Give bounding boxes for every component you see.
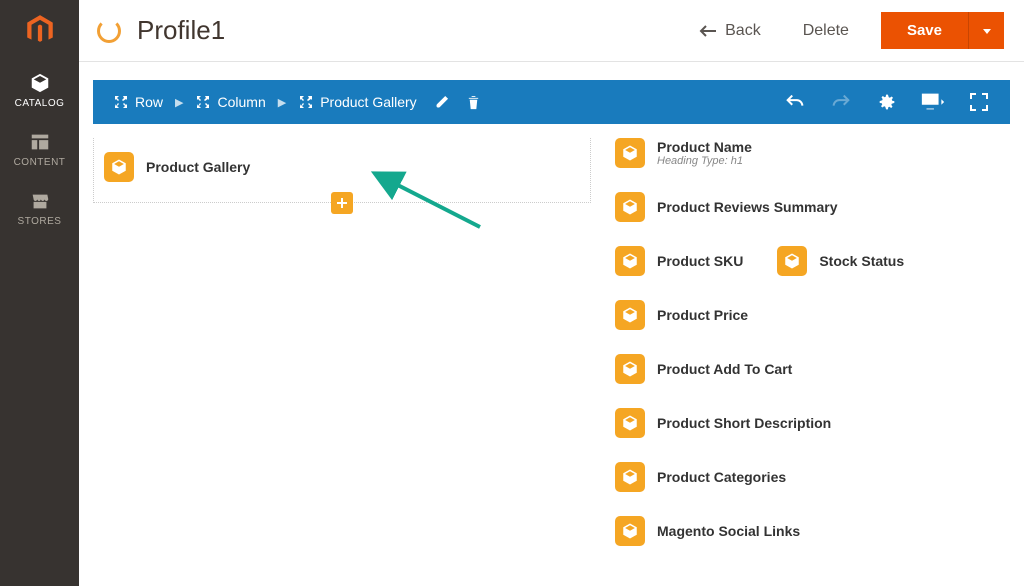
magento-logo-icon [23, 13, 57, 47]
redo-icon [830, 91, 852, 113]
settings-button[interactable] [868, 83, 906, 121]
layout-icon [29, 131, 51, 153]
sidebar-item-stores[interactable]: STORES [0, 178, 79, 237]
toolbar-actions [776, 83, 1010, 121]
undo-button[interactable] [776, 83, 814, 121]
admin-sidebar: CATALOG CONTENT STORES [0, 0, 79, 586]
widget-product-gallery[interactable]: Product Gallery [104, 148, 580, 186]
spinner-icon [97, 19, 121, 43]
package-icon [615, 516, 645, 546]
widget-item[interactable]: Product Categories [615, 462, 786, 492]
widget-row: Magento Social Links [615, 516, 1000, 546]
widget-item[interactable]: Product Price [615, 300, 748, 330]
widget-label: Product Short Description [657, 415, 831, 431]
save-button[interactable]: Save [881, 12, 968, 49]
package-icon [615, 462, 645, 492]
chevron-right-icon: ▶ [278, 96, 286, 109]
store-icon [29, 190, 51, 212]
back-button[interactable]: Back [689, 16, 771, 46]
widget-row: Product Reviews Summary [615, 192, 1000, 222]
breadcrumb-gallery[interactable]: Product Gallery [292, 90, 422, 114]
widget-label: Product Reviews Summary [657, 199, 838, 215]
widget-label: Product Add To Cart [657, 361, 792, 377]
trash-button[interactable] [461, 89, 487, 115]
package-icon [615, 138, 645, 168]
sidebar-item-content[interactable]: CONTENT [0, 119, 79, 178]
nav-label: CATALOG [15, 98, 65, 109]
save-button-group: Save [881, 12, 1004, 49]
expand-icon [195, 94, 211, 110]
widget-label: Product Categories [657, 469, 786, 485]
desktop-icon [920, 91, 946, 113]
widget-label: Product SKU [657, 253, 743, 269]
pencil-icon [434, 95, 449, 110]
caret-down-icon [982, 26, 992, 36]
widget-item[interactable]: Product Short Description [615, 408, 831, 438]
widget-label: Magento Social Links [657, 523, 800, 539]
widget-row: Product Add To Cart [615, 354, 1000, 384]
left-column: Product Gallery [93, 138, 591, 586]
delete-button[interactable]: Delete [787, 16, 865, 46]
sidebar-item-catalog[interactable]: CATALOG [0, 60, 79, 119]
fullscreen-icon [969, 92, 989, 112]
widget-row: Product SKU Stock Status [615, 246, 1000, 276]
page-header: Profile1 Back Delete Save [79, 0, 1024, 62]
builder-canvas: Product Gallery Product Name Heading Typ… [93, 124, 1010, 586]
drop-zone[interactable]: Product Gallery [93, 138, 591, 203]
nav-label: STORES [18, 216, 62, 227]
cube-icon [29, 72, 51, 94]
widget-item[interactable]: Stock Status [777, 246, 904, 276]
viewport-button[interactable] [914, 83, 952, 121]
widget-label: Product Name [657, 139, 752, 155]
widget-subtitle: Heading Type: h1 [657, 155, 752, 167]
breadcrumb: Row ▶ Column ▶ Product Gallery [93, 89, 776, 115]
package-icon [615, 192, 645, 222]
gear-icon [876, 91, 898, 113]
package-icon [615, 408, 645, 438]
nav-label: CONTENT [14, 157, 66, 168]
widget-label: Stock Status [819, 253, 904, 269]
expand-icon [298, 94, 314, 110]
package-icon [615, 354, 645, 384]
undo-icon [784, 91, 806, 113]
widget-row: Product Name Heading Type: h1 [615, 138, 1000, 168]
package-icon [615, 300, 645, 330]
expand-icon [113, 94, 129, 110]
add-widget-button[interactable] [331, 192, 353, 214]
builder-toolbar: Row ▶ Column ▶ Product Gallery [93, 80, 1010, 124]
back-label: Back [725, 22, 761, 40]
right-column: Product Name Heading Type: h1 Product Re… [615, 138, 1010, 586]
crumb-label: Row [135, 94, 163, 110]
magento-logo[interactable] [0, 0, 79, 60]
widget-row: Product Short Description [615, 408, 1000, 438]
plus-icon [336, 197, 348, 209]
breadcrumb-column[interactable]: Column [189, 90, 271, 114]
main-content: Profile1 Back Delete Save Row [79, 0, 1024, 586]
widget-item[interactable]: Magento Social Links [615, 516, 800, 546]
widget-row: Product Price [615, 300, 1000, 330]
edit-button[interactable] [429, 89, 455, 115]
fullscreen-button[interactable] [960, 83, 998, 121]
arrow-left-icon [699, 24, 717, 38]
builder-content: Row ▶ Column ▶ Product Gallery [79, 62, 1024, 586]
breadcrumb-row[interactable]: Row [107, 90, 169, 114]
widget-label: Product Price [657, 307, 748, 323]
package-icon [104, 152, 134, 182]
redo-button [822, 83, 860, 121]
widget-row: Product Categories [615, 462, 1000, 492]
trash-icon [466, 95, 481, 110]
widget-item[interactable]: Product SKU [615, 246, 743, 276]
crumb-label: Product Gallery [320, 94, 416, 110]
chevron-right-icon: ▶ [175, 96, 183, 109]
package-icon [615, 246, 645, 276]
crumb-label: Column [217, 94, 265, 110]
page-title: Profile1 [137, 15, 673, 46]
breadcrumb-actions [429, 89, 487, 115]
save-dropdown-button[interactable] [968, 12, 1004, 49]
widget-item[interactable]: Product Name Heading Type: h1 [615, 138, 752, 168]
widget-item[interactable]: Product Add To Cart [615, 354, 792, 384]
widget-item[interactable]: Product Reviews Summary [615, 192, 838, 222]
widget-label: Product Gallery [146, 159, 250, 175]
package-icon [777, 246, 807, 276]
